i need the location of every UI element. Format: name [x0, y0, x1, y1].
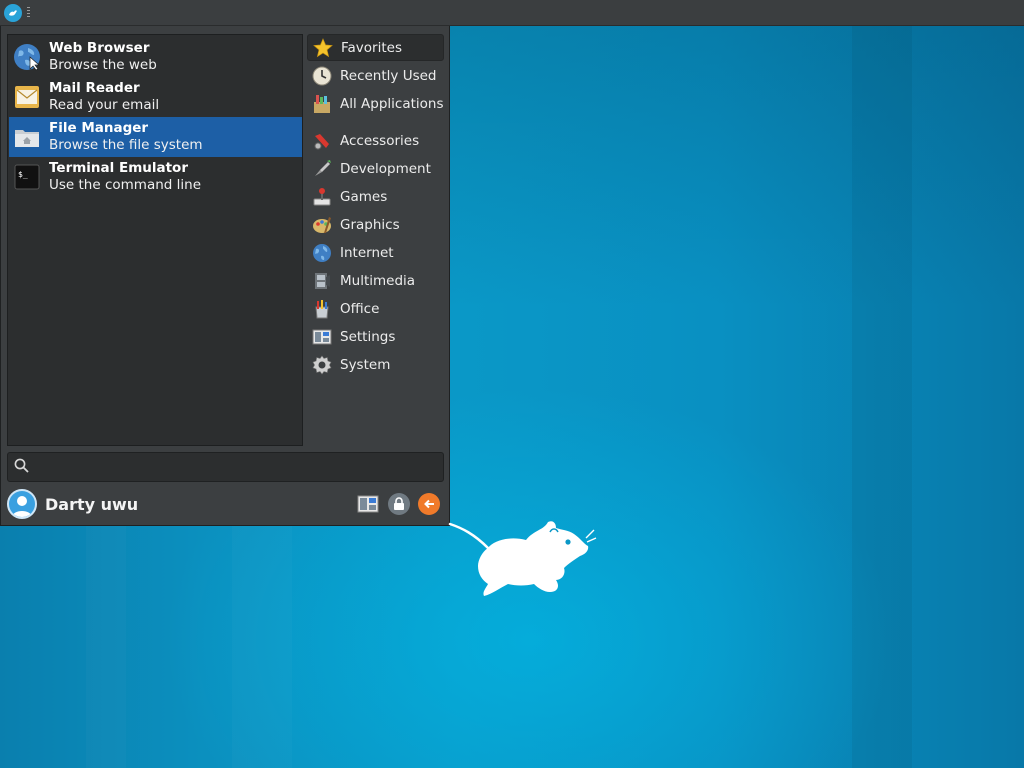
- favorite-subtitle: Browse the web: [49, 57, 157, 73]
- folder-home-icon: [13, 123, 41, 151]
- star-icon: [312, 37, 334, 59]
- gear-icon: [311, 354, 333, 376]
- category-all-applications[interactable]: All Applications: [307, 90, 444, 117]
- category-recently-used[interactable]: Recently Used: [307, 62, 444, 89]
- settings-icon: [311, 326, 333, 348]
- category-label: Favorites: [341, 39, 402, 56]
- favorite-web-browser[interactable]: Web Browser Browse the web: [9, 37, 302, 77]
- whisker-menu: Web Browser Browse the web Mail Reader R…: [0, 26, 450, 526]
- category-label: Graphics: [340, 216, 400, 233]
- mail-icon: [13, 83, 41, 111]
- user-row: Darty uwu: [7, 488, 444, 520]
- svg-text:$_: $_: [18, 170, 28, 179]
- top-panel: [0, 0, 1024, 26]
- favorite-file-manager[interactable]: File Manager Browse the file system: [9, 117, 302, 157]
- logout-arrow-icon: [424, 499, 434, 509]
- category-graphics[interactable]: Graphics: [307, 211, 444, 238]
- settings-manager-button[interactable]: [357, 493, 379, 515]
- favorite-mail-reader[interactable]: Mail Reader Read your email: [9, 77, 302, 117]
- category-label: Internet: [340, 244, 394, 261]
- office-icon: [311, 298, 333, 320]
- settings-icon: [357, 495, 379, 513]
- accessories-icon: [311, 130, 333, 152]
- category-favorites[interactable]: Favorites: [307, 34, 444, 61]
- category-label: Games: [340, 188, 388, 205]
- clock-icon: [311, 65, 333, 87]
- category-label: Accessories: [340, 132, 420, 149]
- category-label: Settings: [340, 328, 396, 345]
- category-settings[interactable]: Settings: [307, 323, 444, 350]
- category-development[interactable]: Development: [307, 155, 444, 182]
- search-input[interactable]: [35, 455, 443, 479]
- category-office[interactable]: Office: [307, 295, 444, 322]
- lock-screen-button[interactable]: [388, 493, 410, 515]
- username: Darty uwu: [45, 494, 139, 514]
- category-label: All Applications: [340, 95, 444, 112]
- favorite-subtitle: Read your email: [49, 97, 160, 113]
- applications-menu-button[interactable]: [4, 3, 22, 22]
- avatar[interactable]: [7, 489, 37, 519]
- category-label: System: [340, 356, 391, 373]
- category-label: Office: [340, 300, 380, 317]
- globe-icon: [311, 242, 333, 264]
- category-multimedia[interactable]: Multimedia: [307, 267, 444, 294]
- applications-icon: [311, 93, 333, 115]
- film-icon: [311, 270, 333, 292]
- palette-icon: [311, 214, 333, 236]
- favorite-title: Web Browser: [49, 40, 150, 56]
- category-label: Recently Used: [340, 67, 437, 84]
- xfce-mouse-icon: [448, 516, 598, 610]
- category-label: Development: [340, 160, 431, 177]
- favorite-title: Terminal Emulator: [49, 160, 188, 176]
- favorite-terminal-emulator[interactable]: $_ Terminal Emulator Use the command lin…: [9, 157, 302, 197]
- panel-handle[interactable]: [27, 6, 30, 19]
- category-internet[interactable]: Internet: [307, 239, 444, 266]
- category-accessories[interactable]: Accessories: [307, 127, 444, 154]
- desktop-stripe: [852, 26, 912, 768]
- search-box: [7, 452, 444, 482]
- favorite-title: Mail Reader: [49, 80, 140, 96]
- development-icon: [311, 158, 333, 180]
- category-label: Multimedia: [340, 272, 416, 289]
- category-games[interactable]: Games: [307, 183, 444, 210]
- search-icon: [14, 458, 29, 477]
- terminal-icon: $_: [13, 163, 41, 191]
- category-system[interactable]: System: [307, 351, 444, 378]
- favorite-title: File Manager: [49, 120, 149, 136]
- log-out-button[interactable]: [418, 493, 440, 515]
- user-icon: [12, 496, 32, 517]
- favorites-list: Web Browser Browse the web Mail Reader R…: [7, 34, 303, 446]
- favorite-subtitle: Use the command line: [49, 177, 201, 193]
- joystick-icon: [311, 186, 333, 208]
- globe-icon: [13, 43, 41, 71]
- favorite-subtitle: Browse the file system: [49, 137, 203, 153]
- lock-icon: [394, 497, 404, 510]
- xfce-logo-icon: [6, 6, 20, 19]
